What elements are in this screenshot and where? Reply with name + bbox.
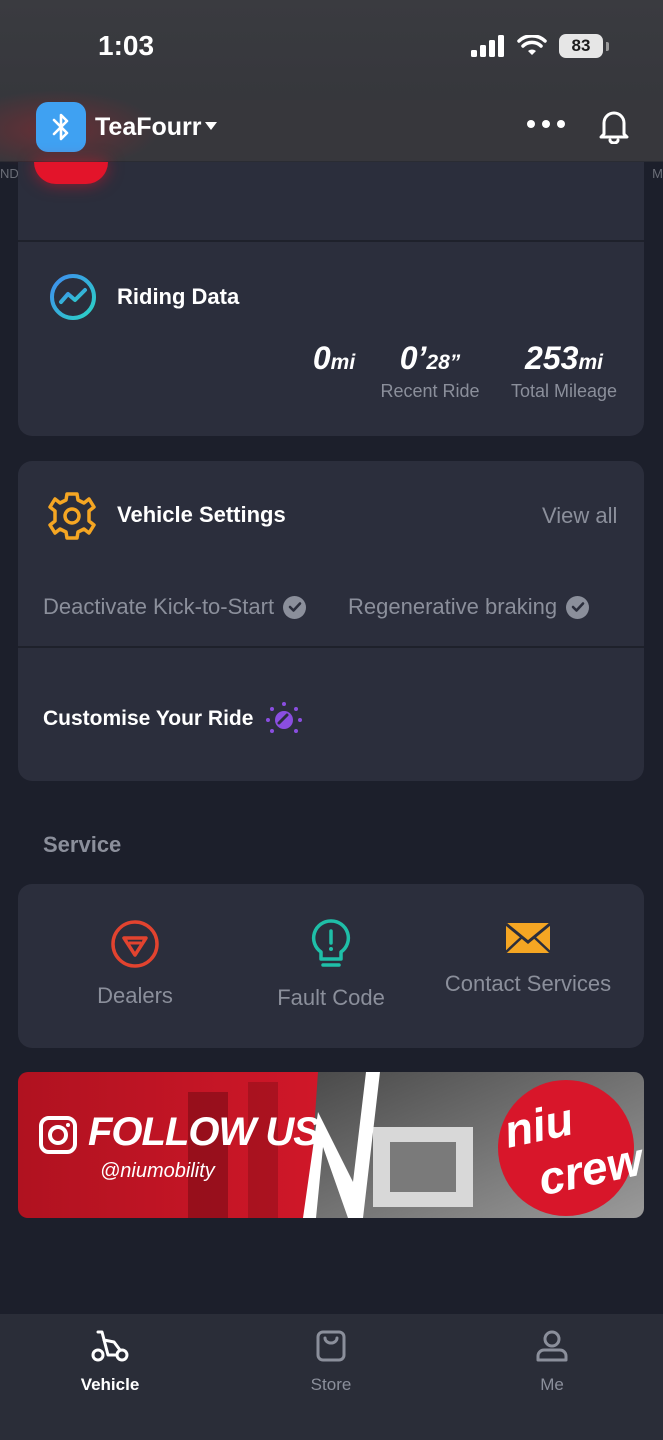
envelope-icon: [505, 922, 551, 953]
riding-data-icon: [50, 274, 96, 320]
follow-us-banner[interactable]: FOLLOW US @niumobility niu crew: [18, 1072, 644, 1218]
view-all-link[interactable]: View all: [542, 503, 617, 529]
banner-follow-text: FOLLOW US: [88, 1110, 320, 1154]
stat-recent-ride: 0’28” Recent Ride: [380, 340, 480, 401]
signal-icon: [471, 35, 504, 57]
check-icon: [566, 595, 590, 619]
edge-text-left: ND: [0, 166, 19, 181]
divider: [18, 646, 644, 648]
edge-text-right: M: [652, 166, 663, 181]
status-time: 1:03: [98, 30, 155, 61]
scooter-icon: [91, 1330, 129, 1362]
setting-chip-kick-to-start[interactable]: Deactivate Kick-to-Start: [43, 594, 307, 620]
service-dealers[interactable]: Dealers: [35, 918, 235, 1009]
status-bar: 1:03 83: [0, 0, 663, 100]
customise-ride-label: Customise Your Ride: [43, 707, 254, 730]
wifi-icon: [517, 35, 547, 55]
status-icons: 83: [471, 34, 609, 58]
dealer-shield-icon: [111, 920, 159, 968]
vehicle-settings-title: Vehicle Settings: [117, 502, 286, 527]
app-header: TeaFourr: [0, 90, 663, 170]
battery-indicator: 83: [559, 34, 609, 58]
setting-chip-label: Regenerative braking: [348, 594, 558, 619]
stat-last-distance: 0mi: [312, 340, 356, 376]
gear-icon: [48, 492, 96, 540]
check-icon: [283, 595, 307, 619]
lightbulb-icon: [311, 919, 351, 967]
chevron-down-icon[interactable]: [205, 122, 217, 130]
riding-data-title: Riding Data: [117, 284, 240, 309]
stat-total-mileage: 253mi Total Mileage: [510, 340, 618, 401]
bluetooth-icon[interactable]: [36, 102, 86, 152]
shopping-bag-icon: [316, 1330, 346, 1362]
vehicle-name[interactable]: TeaFourr: [95, 113, 202, 142]
more-icon[interactable]: [527, 120, 565, 128]
bell-icon[interactable]: [598, 108, 630, 144]
service-contact[interactable]: Contact Services: [428, 918, 628, 997]
customise-ride-row[interactable]: Customise Your Ride: [43, 700, 303, 738]
bottom-tab-bar: Vehicle Store Me: [0, 1314, 663, 1440]
tab-store[interactable]: Store: [271, 1328, 391, 1395]
tab-vehicle[interactable]: Vehicle: [50, 1328, 170, 1395]
person-icon: [536, 1330, 568, 1362]
banner-handle-text: @niumobility: [100, 1160, 215, 1182]
divider: [18, 240, 644, 242]
vehicle-status-indicator: [34, 162, 108, 184]
service-heading: Service: [43, 832, 122, 857]
tab-me[interactable]: Me: [492, 1328, 612, 1395]
service-fault-code[interactable]: Fault Code: [231, 918, 431, 1011]
setting-chip-label: Deactivate Kick-to-Start: [43, 594, 275, 619]
setting-chip-regenerative-braking[interactable]: Regenerative braking: [348, 594, 590, 620]
palette-icon: [266, 702, 303, 733]
